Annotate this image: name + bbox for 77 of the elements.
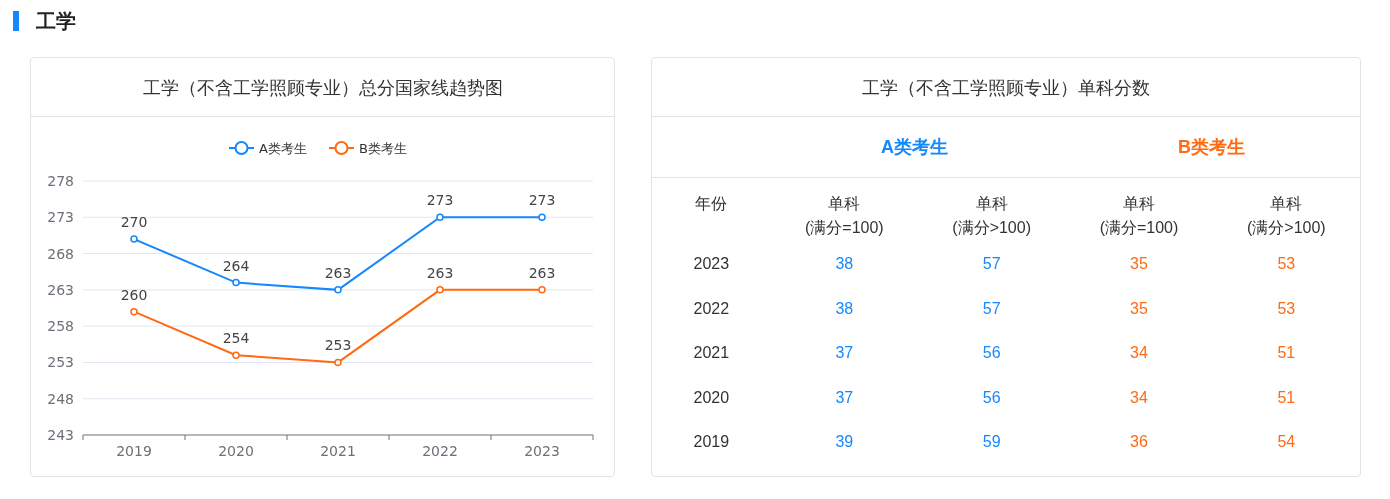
year-cell-text: 2023 [693,254,730,275]
data-point [538,286,546,294]
axis-label: 243 [47,427,74,443]
data-label: 273 [528,192,556,209]
card-title: 工学（不含工学照顾专业）单科分数 [862,75,1150,100]
data-point [436,213,444,222]
data-label: 264 [222,257,250,274]
data-point [130,235,138,243]
score-cell-text: 37 [835,343,854,364]
score-cell-text: 38 [835,298,854,319]
data-point [232,351,240,359]
year-cell-text: 2019 [693,432,730,453]
score-cell-text: 57 [982,298,1001,319]
score-cell-text: 34 [1130,387,1148,408]
score-cell-text: 39 [835,432,854,453]
data-label: 254 [222,330,250,347]
heading-marker [13,11,19,31]
data-label: 253 [324,337,352,354]
data-label: 273 [426,192,454,209]
axis-label: 2023 [524,443,560,459]
axis-label: 273 [47,209,74,226]
axis-label: 268 [47,245,74,262]
column-subheader: (满分>100) [952,218,1031,238]
data-label: 263 [528,264,556,281]
score-cell-text: 35 [1130,254,1148,275]
column-header: 单科 [1270,194,1303,214]
axis-label: 2019 [116,443,152,459]
column-subheader: (满分=100) [1099,218,1179,238]
group-header: A类考生 [881,135,948,159]
score-cell-text: 38 [835,254,854,275]
year-cell-text: 2020 [693,387,730,408]
data-point [538,213,546,222]
data-point [334,286,342,294]
legend-line-icon[interactable] [228,141,255,155]
legend-line-icon[interactable] [328,141,355,155]
score-cell-text: 59 [982,432,1001,453]
score-cell-text: 57 [982,254,1001,275]
data-label: 260 [120,286,148,303]
legend-label: A类考生 [259,141,307,156]
section-title: 工学 [36,8,76,35]
axis-label: 263 [47,281,74,298]
column-subheader: (满分>100) [1246,218,1326,238]
score-cell-text: 54 [1277,432,1296,453]
column-subheader: (满分=100) [804,218,884,238]
axis-label: 253 [47,354,74,371]
data-point [130,307,138,316]
column-header: 单科 [828,194,861,214]
score-cell-text: 37 [835,387,854,408]
axis-label: 2021 [320,443,356,459]
axis-label: 2022 [422,443,458,459]
data-label: 263 [426,264,454,281]
group-header: B类考生 [1178,135,1245,159]
score-cell-text: 56 [982,387,1001,408]
score-cell-text: 35 [1130,298,1148,319]
score-cell-text: 53 [1277,298,1296,319]
axis-label: 258 [47,318,74,335]
data-label: 270 [120,214,148,231]
axis-label: 2020 [218,443,254,459]
data-point [232,278,240,287]
legend-label: B类考生 [359,141,407,156]
year-cell-text: 2022 [693,298,730,319]
axis-label: 248 [47,390,74,407]
card-title: 工学（不含工学照顾专业）总分国家线趋势图 [142,75,503,100]
column-header: 年份 [695,194,728,214]
data-label: 263 [324,264,352,281]
year-cell-text: 2021 [693,343,730,364]
column-header: 单科 [1122,194,1155,214]
data-point [334,358,342,367]
data-point [436,286,444,294]
score-cell-text: 53 [1277,254,1296,275]
score-cell-text: 56 [982,343,1001,364]
score-cell-text: 51 [1277,343,1296,364]
column-header: 单科 [975,194,1008,214]
score-cell-text: 34 [1130,343,1148,364]
score-cell-text: 51 [1277,387,1296,408]
score-cell-text: 36 [1130,432,1148,453]
axis-label: 278 [47,173,74,189]
